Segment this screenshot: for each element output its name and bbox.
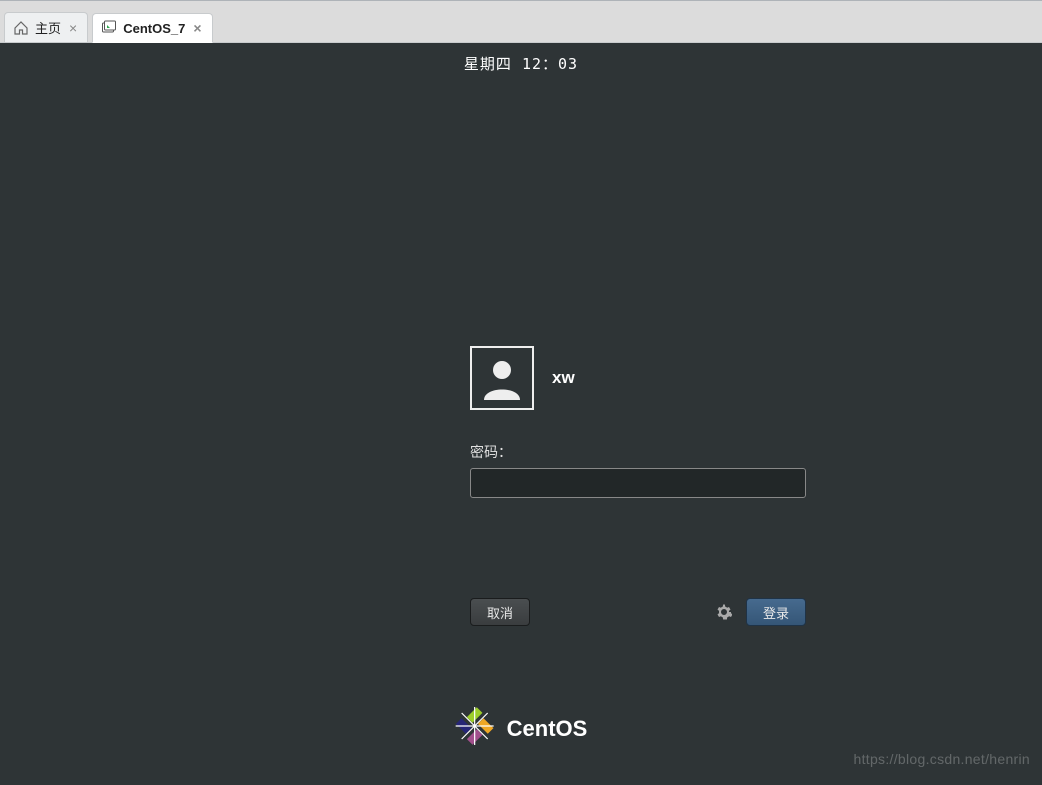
cancel-button[interactable]: 取消 bbox=[470, 598, 530, 626]
tab-home-label: 主页 bbox=[35, 18, 61, 37]
user-row[interactable]: xw bbox=[470, 346, 808, 410]
user-icon bbox=[478, 354, 526, 402]
session-options-button[interactable] bbox=[712, 600, 736, 624]
username-label: xw bbox=[552, 368, 575, 388]
button-row: 取消 登录 bbox=[470, 598, 806, 626]
watermark: https://blog.csdn.net/henrin bbox=[853, 751, 1030, 767]
centos-branding: CentOS bbox=[455, 706, 588, 751]
tab-centos-close[interactable]: × bbox=[191, 21, 203, 35]
password-label: 密码： bbox=[470, 442, 808, 462]
gear-icon bbox=[716, 604, 732, 620]
home-icon bbox=[13, 20, 29, 36]
tab-bar: 主页 × CentOS_7 × bbox=[0, 0, 1042, 43]
centos-text: CentOS bbox=[507, 716, 588, 742]
tab-centos[interactable]: CentOS_7 × bbox=[92, 13, 212, 43]
tab-centos-label: CentOS_7 bbox=[123, 21, 185, 36]
login-panel: xw 密码： 取消 登录 bbox=[470, 346, 808, 626]
tab-home-close[interactable]: × bbox=[67, 21, 79, 35]
top-clock: 星期四 12：03 bbox=[464, 53, 578, 74]
avatar bbox=[470, 346, 534, 410]
login-button[interactable]: 登录 bbox=[746, 598, 806, 626]
centos-logo-icon bbox=[455, 706, 495, 751]
password-input[interactable] bbox=[470, 468, 806, 498]
vm-icon bbox=[101, 20, 117, 36]
vm-screen: 星期四 12：03 xw 密码： 取消 登录 bbox=[0, 43, 1042, 785]
tab-home[interactable]: 主页 × bbox=[4, 12, 88, 42]
